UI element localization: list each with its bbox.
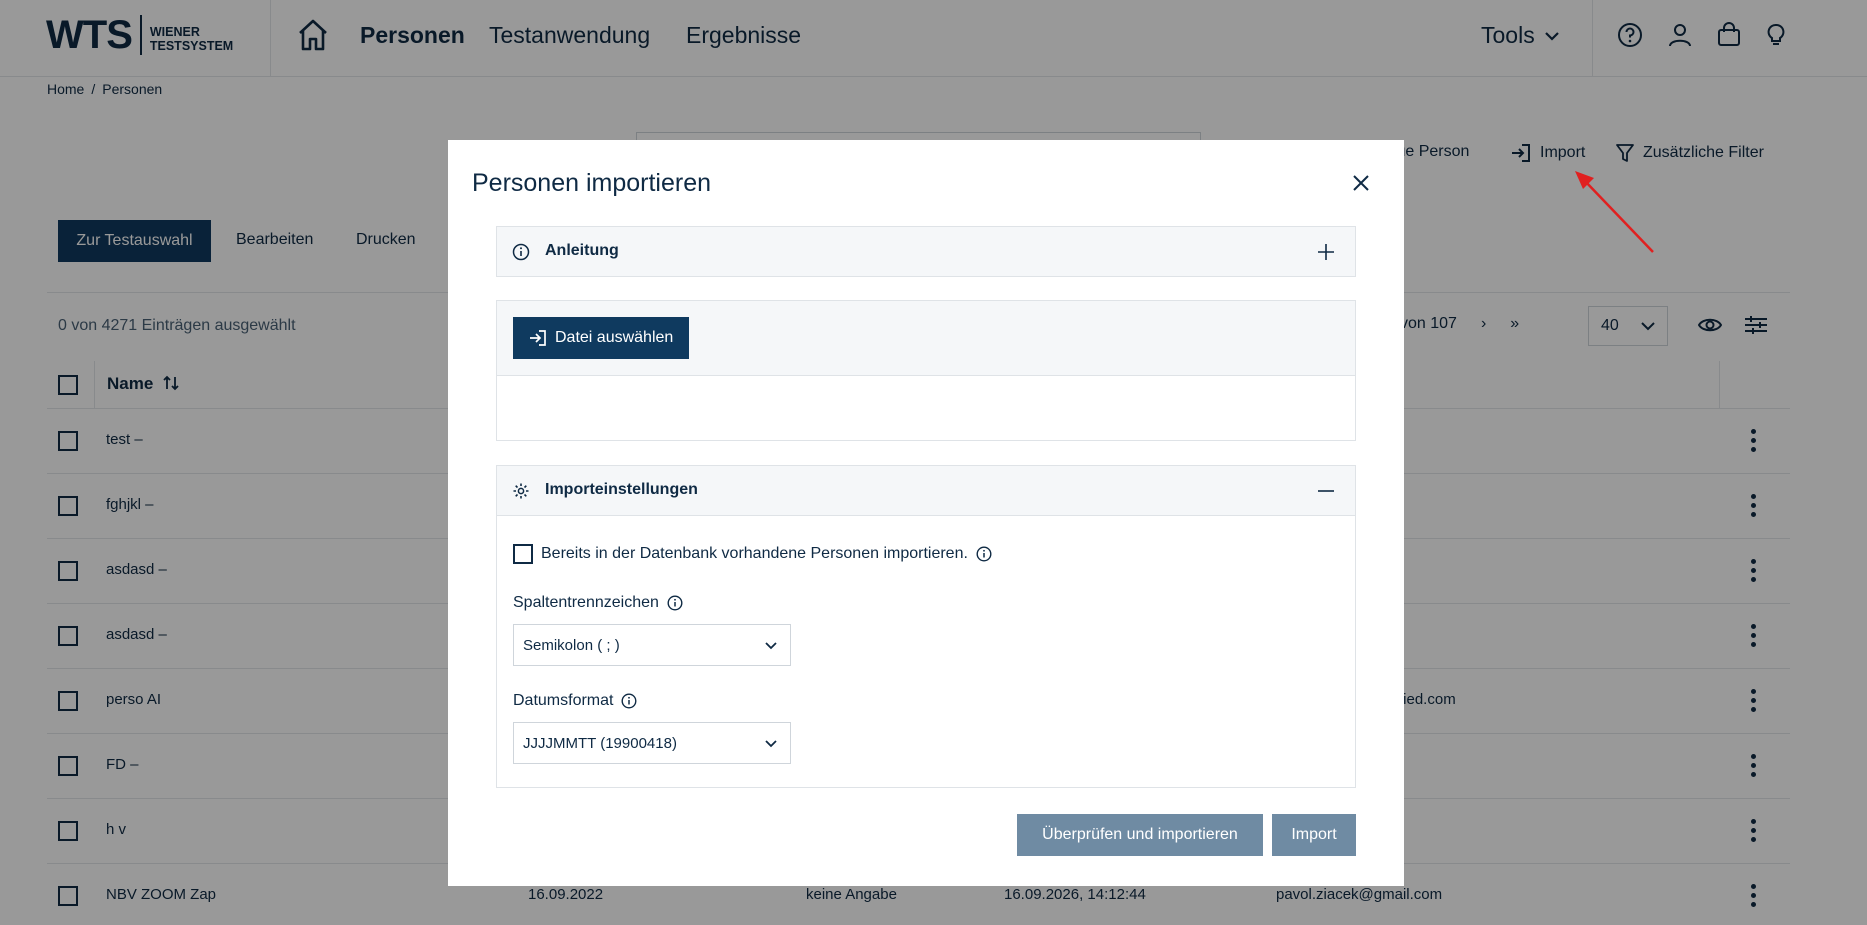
date-format-label: Datumsformat (513, 692, 614, 709)
plus-icon[interactable] (1317, 243, 1335, 261)
import-settings-panel: Importeinstellungen Bereits in der Daten… (496, 465, 1356, 788)
separator-select[interactable]: Semikolon ( ; ) (513, 624, 791, 666)
info-icon[interactable] (976, 546, 992, 562)
close-icon[interactable] (1352, 174, 1370, 192)
gear-icon (513, 483, 529, 499)
file-drop-area[interactable] (497, 376, 1355, 440)
separator-value: Semikolon ( ; ) (523, 636, 620, 654)
import-submit-button[interactable]: Import (1272, 814, 1356, 856)
import-settings-header[interactable]: Importeinstellungen (497, 466, 1355, 515)
instructions-title: Anleitung (545, 242, 619, 259)
info-icon (512, 243, 530, 261)
file-upload-toolbar: Datei auswählen (497, 301, 1355, 376)
import-existing-option: Bereits in der Datenbank vorhandene Pers… (513, 544, 992, 564)
import-persons-dialog: Personen importieren Anleitung Datei aus… (448, 140, 1404, 886)
instructions-header[interactable]: Anleitung (497, 227, 1355, 276)
import-icon (530, 330, 546, 346)
date-format-select[interactable]: JJJJMMTT (19900418) (513, 722, 791, 764)
dialog-title: Personen importieren (472, 169, 712, 197)
chevron-down-icon (765, 739, 777, 747)
check-and-import-button[interactable]: Überprüfen und importieren (1017, 814, 1263, 856)
chevron-down-icon (765, 641, 777, 649)
select-file-label: Datei auswählen (555, 329, 674, 346)
separator-label: Spaltentrennzeichen (513, 594, 659, 611)
import-existing-label[interactable]: Bereits in der Datenbank vorhandene Pers… (541, 545, 968, 563)
info-icon[interactable] (667, 595, 683, 611)
minus-icon[interactable] (1317, 482, 1335, 500)
instructions-panel: Anleitung (496, 226, 1356, 277)
separator-field-label: Spaltentrennzeichen (513, 594, 683, 612)
info-icon[interactable] (621, 693, 637, 709)
select-file-button[interactable]: Datei auswählen (513, 317, 690, 359)
import-settings-body: Bereits in der Datenbank vorhandene Pers… (497, 515, 1355, 787)
file-upload-panel: Datei auswählen (496, 300, 1356, 441)
date-format-field-label: Datumsformat (513, 692, 637, 710)
date-format-value: JJJJMMTT (19900418) (523, 734, 677, 752)
import-settings-title: Importeinstellungen (545, 481, 698, 498)
import-existing-checkbox[interactable] (513, 544, 533, 564)
